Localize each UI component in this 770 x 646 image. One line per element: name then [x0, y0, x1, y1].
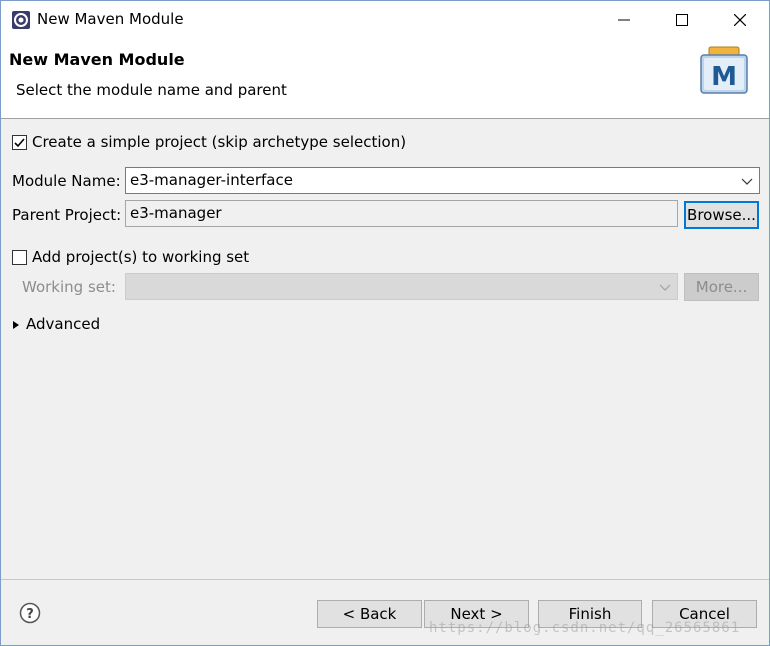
maven-logo-letter: M — [711, 62, 737, 92]
minimize-button[interactable] — [595, 1, 653, 39]
help-icon[interactable]: ? — [19, 602, 41, 624]
back-button[interactable]: < Back — [317, 600, 422, 628]
title-bar[interactable]: New Maven Module — [1, 1, 769, 39]
svg-text:?: ? — [26, 607, 34, 622]
working-set-label: Working set: — [22, 278, 116, 296]
close-icon — [734, 14, 746, 26]
advanced-toggle[interactable]: Advanced — [12, 315, 100, 333]
wizard-footer: ? < Back Next > Finish Cancel https://bl… — [1, 579, 769, 645]
module-name-value: e3-manager-interface — [130, 171, 293, 189]
page-title: New Maven Module — [9, 50, 185, 69]
wizard-header: New Maven Module Select the module name … — [1, 39, 769, 119]
chevron-down-icon — [741, 178, 753, 185]
browse-button[interactable]: Browse... — [684, 201, 759, 229]
maximize-icon — [676, 14, 688, 26]
minimize-icon — [618, 19, 630, 21]
parent-project-label: Parent Project: — [12, 206, 122, 224]
module-name-label: Module Name: — [12, 172, 121, 190]
maven-logo-icon: M — [700, 46, 748, 94]
watermark-text: https://blog.csdn.net/qq_26565861 — [429, 620, 741, 636]
maximize-button[interactable] — [653, 1, 711, 39]
parent-project-field[interactable]: e3-manager — [125, 200, 678, 227]
simple-project-checkbox[interactable] — [12, 135, 27, 150]
chevron-down-icon — [659, 284, 671, 291]
checkmark-icon — [14, 138, 25, 148]
working-set-toggle-label[interactable]: Add project(s) to working set — [32, 248, 249, 266]
advanced-label: Advanced — [26, 315, 101, 333]
working-set-combo[interactable] — [125, 273, 678, 300]
working-set-checkbox[interactable] — [12, 250, 27, 265]
expand-arrow-icon — [13, 320, 19, 329]
more-button[interactable]: More... — [684, 273, 759, 301]
page-subtitle: Select the module name and parent — [16, 81, 287, 99]
dialog-window: New Maven Module New Maven Module Select… — [0, 0, 770, 646]
simple-project-label[interactable]: Create a simple project (skip archetype … — [32, 133, 406, 151]
window-title: New Maven Module — [37, 10, 184, 28]
module-name-combo[interactable]: e3-manager-interface — [125, 167, 760, 194]
parent-project-value: e3-manager — [130, 204, 222, 222]
eclipse-app-icon — [11, 10, 31, 30]
close-button[interactable] — [711, 1, 769, 39]
